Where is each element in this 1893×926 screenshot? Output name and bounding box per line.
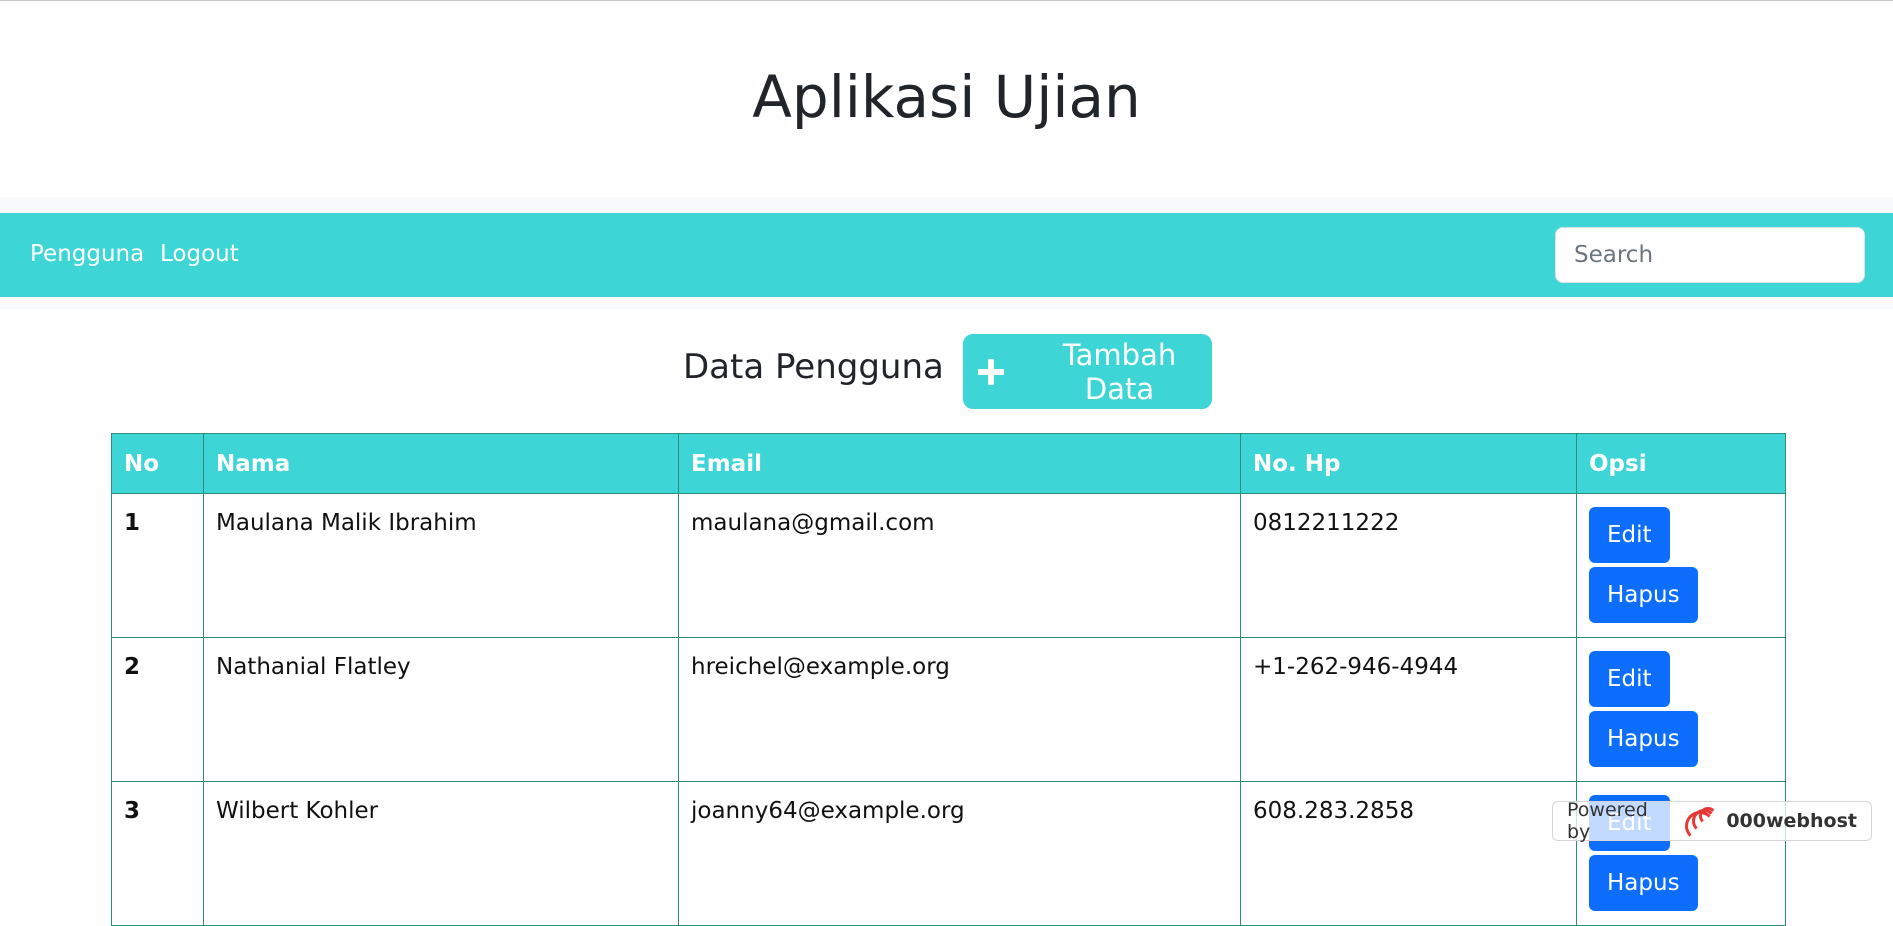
users-table: No Nama Email No. Hp Opsi 1 Maulana Mali… (111, 433, 1786, 926)
cell-opsi: Edit Hapus (1576, 493, 1786, 638)
nav-spacer (0, 297, 1893, 309)
navbar: Pengguna Logout (0, 213, 1893, 297)
nav-link-logout[interactable]: Logout (160, 239, 239, 269)
column-header-no: No (111, 433, 204, 494)
nav-link-pengguna[interactable]: Pengguna (30, 239, 144, 269)
table-row: 3 Wilbert Kohler joanny64@example.org 60… (111, 781, 1786, 926)
cell-nama: Nathanial Flatley (203, 637, 679, 782)
header-spacer (0, 197, 1893, 213)
cell-email: hreichel@example.org (678, 637, 1241, 782)
powered-by-label: Powered by (1567, 799, 1648, 843)
powered-by-badge[interactable]: Powered by 000webhost (1552, 799, 1872, 843)
cell-nama: Maulana Malik Ibrahim (203, 493, 679, 638)
add-data-button[interactable]: Tambah Data (963, 334, 1212, 409)
column-header-nama: Nama (203, 433, 679, 494)
hapus-button[interactable]: Hapus (1589, 711, 1698, 767)
cell-hp: 608.283.2858 (1240, 781, 1577, 926)
hapus-button[interactable]: Hapus (1589, 855, 1698, 911)
cell-no: 1 (111, 493, 204, 638)
table-row: 2 Nathanial Flatley hreichel@example.org… (111, 637, 1786, 782)
cell-opsi: Edit Hapus (1576, 637, 1786, 782)
cell-hp: +1-262-946-4944 (1240, 637, 1577, 782)
page-header: Aplikasi Ujian (0, 1, 1893, 197)
webhost-brand: 000webhost (1726, 810, 1857, 832)
edit-button[interactable]: Edit (1589, 507, 1670, 563)
cell-email: joanny64@example.org (678, 781, 1241, 926)
column-header-hp: No. Hp (1240, 433, 1577, 494)
section-title: Data Pengguna (683, 347, 944, 387)
webhost-logo-icon (1684, 807, 1718, 841)
cell-no: 3 (111, 781, 204, 926)
app-title: Aplikasi Ujian (752, 63, 1141, 131)
hapus-button[interactable]: Hapus (1589, 567, 1698, 623)
edit-button[interactable]: Edit (1589, 651, 1670, 707)
table-header-row: No Nama Email No. Hp Opsi (111, 433, 1786, 494)
column-header-email: Email (678, 433, 1241, 494)
cell-email: maulana@gmail.com (678, 493, 1241, 638)
cell-no: 2 (111, 637, 204, 782)
plus-icon (977, 358, 1005, 386)
cell-hp: 0812211222 (1240, 493, 1577, 638)
cell-nama: Wilbert Kohler (203, 781, 679, 926)
column-header-opsi: Opsi (1576, 433, 1786, 494)
add-data-label: Tambah Data (1062, 337, 1177, 406)
search-input[interactable] (1555, 227, 1865, 283)
table-row: 1 Maulana Malik Ibrahim maulana@gmail.co… (111, 493, 1786, 638)
